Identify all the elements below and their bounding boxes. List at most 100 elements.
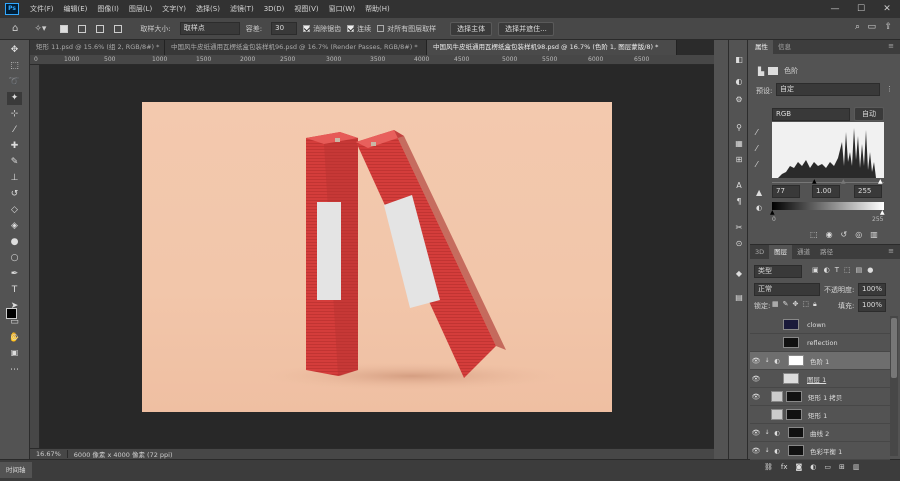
tab-channels[interactable]: 通道 (792, 245, 815, 259)
subtract-selection-icon[interactable] (96, 24, 108, 33)
tab-layers[interactable]: 图层 (769, 245, 793, 259)
layer-row-selected[interactable]: 👁︎ ↓ ◐ 色阶 1 (750, 352, 890, 370)
photoshop-logo[interactable]: Ps (5, 3, 19, 15)
visibility-icon[interactable]: ◎ (855, 230, 862, 239)
new-adjustment-icon[interactable]: ◐ (810, 463, 816, 471)
white-point-slider-icon[interactable]: ▲ (878, 178, 883, 185)
eye-icon[interactable]: 👁︎ (750, 429, 762, 437)
history-brush-tool-icon[interactable]: ↺ (7, 188, 22, 201)
layer-style-icon[interactable]: fx (781, 463, 788, 471)
type-tool-icon[interactable]: T (7, 284, 22, 297)
opacity-field[interactable]: 100% (858, 283, 886, 296)
add-mask-icon[interactable]: ◙ (796, 463, 803, 471)
reset-icon[interactable]: ↺ (841, 230, 848, 239)
brush-tool-icon[interactable]: ✎ (7, 156, 22, 169)
input-slider-track[interactable]: ▲ ▲ ▲ (772, 178, 884, 185)
link-layers-icon[interactable]: ⛓ (764, 463, 773, 471)
delete-adjustment-icon[interactable]: ▥ (870, 230, 878, 239)
document-size[interactable]: 6000 像素 x 4000 像素 (72 ppi) (68, 449, 179, 459)
clipping-icon[interactable]: ▲ (756, 188, 762, 197)
white-eyedropper-icon[interactable]: ⁄ (756, 160, 757, 169)
character-panel-icon[interactable]: A (732, 180, 746, 192)
preset-dropdown[interactable]: 自定 (776, 83, 880, 96)
new-layer-icon[interactable]: ⊞ (839, 463, 845, 471)
layer-filter-dropdown[interactable]: 类型 (754, 265, 802, 278)
midtone-slider-icon[interactable]: ▲ (841, 178, 846, 185)
share-icon[interactable]: ⇪ (884, 22, 892, 32)
history-panel-icon[interactable]: ◧ (732, 54, 746, 66)
libraries-panel-icon[interactable]: ⊞ (732, 154, 746, 166)
filter-type-icon[interactable]: T (835, 266, 839, 274)
contiguous-checkbox[interactable]: 连续 (347, 24, 371, 34)
foreground-color-swatch[interactable] (6, 308, 17, 319)
color-panel-icon[interactable]: ◐ (732, 76, 746, 88)
tab-info[interactable]: 信息 (773, 40, 796, 54)
output-black-slider-icon[interactable]: ▲ (770, 209, 775, 216)
dodge-tool-icon[interactable]: ○ (7, 252, 22, 265)
scrollbar-thumb[interactable] (891, 318, 897, 378)
crop-tool-icon[interactable]: ⊹ (7, 108, 22, 121)
magic-wand-tool-icon[interactable]: ✧▾ (34, 24, 46, 34)
eye-icon[interactable]: 👁︎ (750, 393, 762, 401)
auto-button[interactable]: 自动 (854, 107, 884, 121)
paint-bucket-tool-icon[interactable]: ◈ (7, 220, 22, 233)
blur-tool-icon[interactable]: ● (7, 236, 22, 249)
channels-panel-icon[interactable]: ▤ (732, 292, 746, 304)
new-group-icon[interactable]: ▭ (824, 463, 831, 471)
info-panel-icon[interactable]: ⊙ (732, 238, 746, 250)
intersect-selection-icon[interactable] (114, 24, 126, 33)
filter-shape-icon[interactable]: ⬚ (844, 266, 851, 274)
filter-smart-object-icon[interactable]: ▤ (856, 266, 863, 274)
layer-mask-thumbnail[interactable] (788, 355, 804, 366)
panel-menu-icon[interactable]: ≡ (888, 42, 894, 50)
minimize-button[interactable]: — (822, 0, 848, 18)
lasso-tool-icon[interactable]: ➰ (7, 76, 22, 89)
tool-presets-icon[interactable]: ✂ (732, 222, 746, 234)
menu-3d[interactable]: 3D(D) (259, 5, 290, 13)
sample-size-dropdown[interactable]: 取样点 (179, 22, 240, 35)
search-icon[interactable]: ⌕ (855, 22, 860, 32)
menu-layer[interactable]: 图层(L) (124, 4, 157, 14)
antialias-checkbox[interactable]: 消除锯齿 (303, 24, 341, 34)
menu-filter[interactable]: 滤镜(T) (225, 4, 259, 14)
black-point-slider-icon[interactable]: ▲ (812, 178, 817, 185)
black-eyedropper-icon[interactable]: ⁄ (756, 128, 757, 137)
tab-document-1[interactable]: 矩形 11.psd @ 15.6% (组 2, RGB/8#) * (30, 40, 165, 55)
preset-options-icon[interactable]: ⋮ (886, 85, 893, 93)
layer-row[interactable]: 👁︎ ↓ ◐ 色彩平衡 1 (750, 442, 890, 460)
timeline-tab[interactable]: 时间轴 (0, 462, 32, 478)
blend-mode-dropdown[interactable]: 正常 (754, 283, 820, 296)
tab-document-2[interactable]: 中国风牛皮纸通用瓦楞纸盒包装样机96.psd @ 16.7% (Render P… (165, 40, 427, 55)
clone-stamp-tool-icon[interactable]: ⊥ (7, 172, 22, 185)
eye-icon[interactable]: 👁︎ (750, 357, 762, 365)
add-selection-icon[interactable] (78, 24, 90, 33)
menu-help[interactable]: 帮助(H) (360, 4, 395, 14)
input-midtone-field[interactable]: 1.00 (812, 185, 840, 198)
menu-file[interactable]: 文件(F) (25, 4, 59, 14)
document-image[interactable] (142, 102, 612, 412)
eyedropper-tool-icon[interactable]: ⁄ (7, 124, 22, 137)
layers-scrollbar[interactable] (890, 316, 898, 456)
pen-tool-icon[interactable]: ✒ (7, 268, 22, 281)
home-icon[interactable]: ⌂ (12, 23, 18, 34)
lock-all-icon[interactable]: 🔒︎ (813, 300, 817, 309)
eye-icon[interactable]: 👁︎ (750, 447, 762, 455)
menu-view[interactable]: 视图(V) (289, 4, 323, 14)
sample-all-layers-checkbox[interactable]: 对所有图层取样 (377, 24, 436, 34)
gray-eyedropper-icon[interactable]: ⁄ (756, 144, 757, 153)
marquee-tool-icon[interactable]: ⬚ (7, 60, 22, 73)
healing-brush-tool-icon[interactable]: ✚ (7, 140, 22, 153)
select-subject-button[interactable]: 选择主体 (450, 21, 493, 36)
layer-row[interactable]: 👁︎ 图层 1 (750, 370, 890, 388)
mask-icon[interactable] (768, 67, 779, 75)
filter-pixel-icon[interactable]: ▣ (812, 266, 819, 274)
filter-toggle-icon[interactable]: ● (867, 266, 873, 274)
lock-position-icon[interactable]: ✥ (793, 300, 799, 309)
tab-document-3[interactable]: 中国风牛皮纸通用瓦楞纸盒包装样机98.psd @ 16.7% (色阶 1, 图层… (427, 40, 677, 55)
zoom-level[interactable]: 16.67% (30, 450, 68, 458)
quick-mask-icon[interactable]: ◎ (7, 330, 22, 343)
output-gradient-bar[interactable] (772, 202, 884, 210)
output-white-slider-icon[interactable]: ▲ (880, 209, 885, 216)
screen-mode-icon[interactable]: ▣ (7, 346, 22, 359)
new-selection-icon[interactable] (60, 24, 72, 33)
